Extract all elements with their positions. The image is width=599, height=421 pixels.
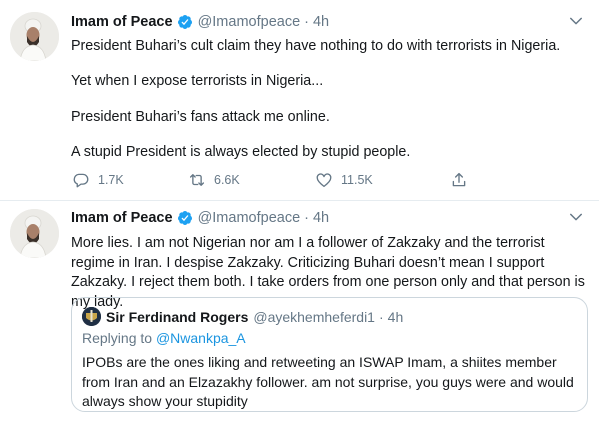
author-handle[interactable]: @Imamofpeace [198,14,301,30]
retweet-icon [189,174,205,186]
replying-to-label: Replying to [82,330,153,346]
like-icon [316,173,332,188]
separator-dot: · [304,210,309,226]
verified-badge-icon [177,211,192,225]
quoted-author-handle: @ayekhemheferdi1 [253,308,375,325]
verified-badge-icon [177,15,192,29]
tweet-header: Imam of Peace @Imamofpeace · 4h [71,208,329,228]
tweet-actions: 1.7K 6.6K 11.5K [71,171,501,191]
quoted-avatar [82,307,101,326]
tweet-text: President Buhari’s cult claim they have … [71,38,561,54]
quoted-tweet-text: IPOBs are the ones liking and retweeting… [82,354,574,409]
quoted-author-name: Sir Ferdinand Rogers [106,308,249,325]
tweet-header: Imam of Peace @Imamofpeace · 4h [71,12,329,32]
chevron-down-icon[interactable] [567,208,585,226]
tweet-text: Yet when I expose terrorists in Nigeria.… [71,73,324,89]
quoted-tweet[interactable]: Sir Ferdinand Rogers @ayekhemheferdi1 · … [71,297,588,412]
replying-to: Replying to @Nwankpa_A [82,330,246,346]
reply-count: 1.7K [98,173,124,187]
separator-dot: · [378,308,384,325]
quoted-timestamp: 4h [387,308,404,325]
tweet-text: President Buhari’s fans attack me online… [71,109,330,125]
author-name[interactable]: Imam of Peace [71,210,173,226]
separator-dot: · [304,14,309,30]
author-name[interactable]: Imam of Peace [71,14,173,30]
replying-to-mention[interactable]: @Nwankpa_A [156,330,246,346]
tweet[interactable]: Imam of Peace @Imamofpeace · 4h More lie… [0,201,599,421]
chevron-down-icon[interactable] [567,12,585,30]
retweet-button[interactable]: 6.6K [188,171,240,189]
reply-button[interactable]: 1.7K [72,171,124,189]
tweet-text: A stupid President is always elected by … [71,144,411,160]
avatar[interactable] [10,12,59,61]
timestamp[interactable]: 4h [313,14,329,30]
retweet-count: 6.6K [214,173,240,187]
like-count: 11.5K [341,173,373,187]
author-handle[interactable]: @Imamofpeace [198,210,301,226]
share-icon [452,172,466,187]
timestamp[interactable]: 4h [313,210,329,226]
like-button[interactable]: 11.5K [315,171,373,189]
avatar[interactable] [10,209,59,258]
share-button[interactable] [450,171,468,189]
reply-icon [73,173,89,188]
quoted-tweet-header: Sir Ferdinand Rogers @ayekhemheferdi1 · … [82,307,403,326]
tweet[interactable]: Imam of Peace @Imamofpeace · 4h Presiden… [0,0,599,201]
